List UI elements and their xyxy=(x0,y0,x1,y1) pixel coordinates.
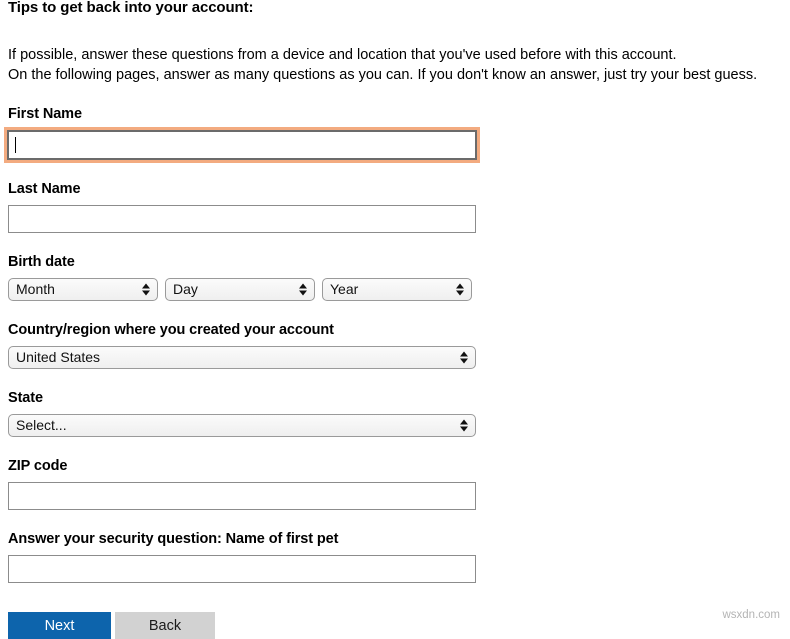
chevron-updown-icon xyxy=(459,349,468,366)
state-select[interactable]: Select... xyxy=(8,414,476,437)
chevron-updown-icon xyxy=(459,417,468,434)
chevron-updown-icon xyxy=(141,281,150,298)
birth-month-select[interactable]: Month xyxy=(8,278,158,301)
country-label: Country/region where you created your ac… xyxy=(8,322,334,338)
intro-line-2: On the following pages, answer as many q… xyxy=(8,67,758,83)
first-name-field-wrap xyxy=(7,130,477,160)
chevron-updown-icon xyxy=(455,281,464,298)
first-name-label: First Name xyxy=(8,106,82,122)
birth-year-value: Year xyxy=(330,281,359,297)
next-button[interactable]: Next xyxy=(8,612,111,639)
state-value: Select... xyxy=(16,417,67,433)
country-value: United States xyxy=(16,349,101,365)
last-name-label: Last Name xyxy=(8,181,81,197)
country-select[interactable]: United States xyxy=(8,346,476,369)
birth-date-selects: Month Day Year xyxy=(8,278,782,301)
last-name-input[interactable] xyxy=(8,205,476,233)
zip-code-input[interactable] xyxy=(8,482,476,510)
zip-code-label: ZIP code xyxy=(8,458,68,474)
security-question-label: Answer your security question: Name of f… xyxy=(8,531,339,547)
page-title: Tips to get back into your account: xyxy=(8,0,254,16)
birth-date-label: Birth date xyxy=(8,254,75,270)
security-question-input[interactable] xyxy=(8,555,476,583)
birth-day-value: Day xyxy=(173,281,198,297)
birth-day-select[interactable]: Day xyxy=(165,278,315,301)
form-actions: Next Back xyxy=(8,612,782,639)
back-button[interactable]: Back xyxy=(115,612,215,639)
intro-line-1: If possible, answer these questions from… xyxy=(8,47,677,63)
birth-month-value: Month xyxy=(16,281,55,297)
text-caret xyxy=(15,137,16,153)
first-name-input[interactable] xyxy=(7,130,477,160)
chevron-updown-icon xyxy=(298,281,307,298)
intro-text: If possible, answer these questions from… xyxy=(8,45,782,85)
account-recovery-form: Tips to get back into your account: If p… xyxy=(0,0,790,639)
watermark: wsxdn.com xyxy=(722,609,780,621)
state-label: State xyxy=(8,390,43,406)
birth-year-select[interactable]: Year xyxy=(322,278,472,301)
